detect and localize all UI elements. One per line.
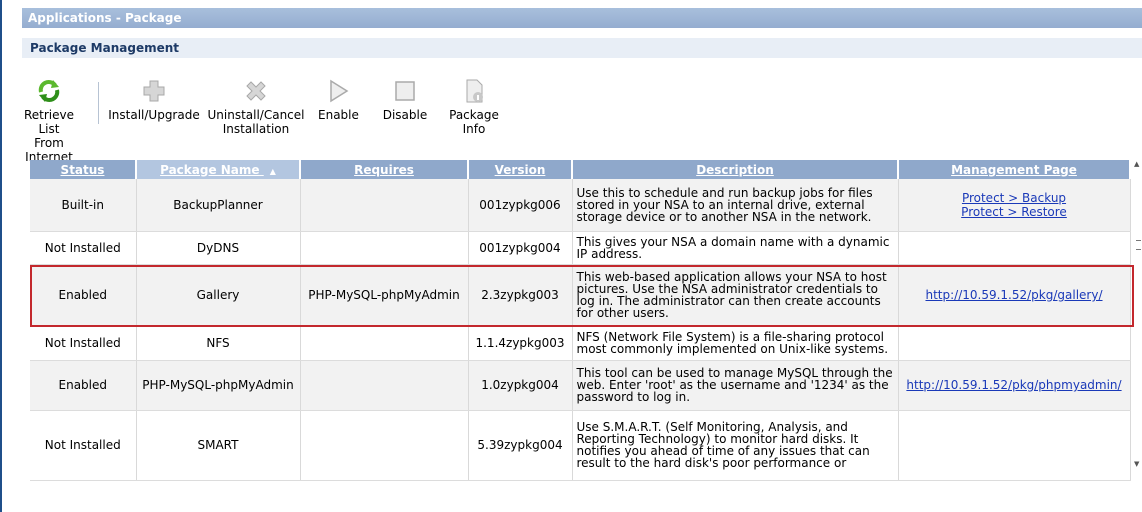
uninstall-button[interactable]: Uninstall/Cancel Installation — [206, 78, 306, 136]
section-title: Package Management — [22, 38, 1142, 58]
requires-cell — [300, 360, 469, 411]
status-cell: Not Installed — [30, 231, 137, 265]
status-cell: Enabled — [30, 360, 137, 411]
management-page-cell — [898, 231, 1131, 265]
management-page-cell — [898, 326, 1131, 361]
gallery-link[interactable]: http://10.59.1.52/pkg/gallery/ — [925, 288, 1102, 302]
table-row[interactable]: Enabled Gallery PHP-MySQL-phpMyAdmin 2.3… — [30, 264, 1131, 327]
install-upgrade-label: Install/Upgrade — [108, 108, 200, 122]
version-cell: 001zypkg004 — [468, 231, 573, 265]
enable-button[interactable]: Enable — [318, 78, 359, 122]
column-header-description[interactable]: Description — [572, 160, 899, 179]
version-cell: 1.0zypkg004 — [468, 360, 573, 411]
play-icon — [330, 79, 349, 103]
package-name-cell: SMART — [136, 410, 301, 481]
uninstall-label: Uninstall/Cancel Installation — [207, 108, 305, 136]
description-cell: NFS (Network File System) is a file-shar… — [572, 326, 899, 361]
description-cell: This tool can be used to manage MySQL th… — [572, 360, 899, 411]
status-cell: Built-in — [30, 179, 137, 232]
column-header-version[interactable]: Version — [468, 160, 573, 179]
column-header-management-page[interactable]: Management Page — [898, 160, 1131, 179]
remove-icon — [246, 81, 266, 101]
package-name-cell: Gallery — [136, 264, 301, 327]
status-cell: Not Installed — [30, 326, 137, 361]
scroll-grip-icon[interactable] — [1136, 240, 1141, 250]
stop-icon — [395, 81, 415, 101]
toolbar-divider — [98, 82, 99, 124]
plus-icon — [143, 80, 165, 102]
management-page-cell — [898, 410, 1131, 481]
requires-cell — [300, 231, 469, 265]
protect-backup-link[interactable]: Protect > Backup — [962, 191, 1066, 205]
table-row[interactable]: Not Installed DyDNS 001zypkg004 This giv… — [30, 231, 1131, 265]
table-header-row: Status Package Name ▲ Requires Version D… — [30, 160, 1131, 179]
description-cell: This web-based application allows your N… — [572, 264, 899, 327]
table-row[interactable]: Not Installed SMART 5.39zypkg004 Use S.M… — [30, 410, 1131, 481]
requires-cell — [300, 179, 469, 232]
package-name-cell: PHP-MySQL-phpMyAdmin — [136, 360, 301, 411]
retrieve-list-label: Retrieve List From Internet — [23, 108, 75, 164]
management-page-cell: http://10.59.1.52/pkg/phpmyadmin/ — [898, 360, 1131, 411]
package-info-button[interactable]: Package Info — [446, 78, 502, 136]
refresh-icon — [38, 80, 60, 102]
column-header-status[interactable]: Status — [30, 160, 137, 179]
table-row[interactable]: Built-in BackupPlanner 001zypkg006 Use t… — [30, 179, 1131, 232]
column-header-package-name[interactable]: Package Name ▲ — [136, 160, 301, 179]
disable-button[interactable]: Disable — [382, 78, 428, 122]
description-cell: This gives your NSA a domain name with a… — [572, 231, 899, 265]
requires-cell: PHP-MySQL-phpMyAdmin — [300, 264, 469, 327]
sort-ascending-icon: ▲ — [269, 166, 276, 176]
table-row[interactable]: Not Installed NFS 1.1.4zypkg003 NFS (Net… — [30, 326, 1131, 361]
package-info-label: Package Info — [449, 108, 499, 136]
version-cell: 001zypkg006 — [468, 179, 573, 232]
status-cell: Not Installed — [30, 410, 137, 481]
description-cell: Use this to schedule and run backup jobs… — [572, 179, 899, 232]
table-scrollbar[interactable]: ▲ ▼ — [1134, 160, 1142, 470]
version-cell: 1.1.4zypkg003 — [468, 326, 573, 361]
package-name-header-label: Package Name — [160, 162, 260, 177]
scroll-down-arrow-icon[interactable]: ▼ — [1134, 460, 1139, 468]
window-title: Applications - Package — [22, 8, 1142, 28]
disable-label: Disable — [382, 108, 428, 122]
management-page-cell: Protect > Backup Protect > Restore — [898, 179, 1131, 232]
description-cell: Use S.M.A.R.T. (Self Monitoring, Analysi… — [572, 410, 899, 481]
column-header-requires[interactable]: Requires — [300, 160, 469, 179]
management-page-cell: http://10.59.1.52/pkg/gallery/ — [898, 264, 1131, 327]
table-row[interactable]: Enabled PHP-MySQL-phpMyAdmin 1.0zypkg004… — [30, 360, 1131, 411]
requires-cell — [300, 410, 469, 481]
requires-cell — [300, 326, 469, 361]
left-border — [0, 0, 2, 512]
status-cell: Enabled — [30, 264, 137, 327]
version-cell: 2.3zypkg003 — [468, 264, 573, 327]
document-info-icon — [466, 79, 483, 103]
scroll-up-arrow-icon[interactable]: ▲ — [1134, 160, 1139, 168]
version-cell: 5.39zypkg004 — [468, 410, 573, 481]
phpmyadmin-link[interactable]: http://10.59.1.52/pkg/phpmyadmin/ — [906, 378, 1121, 392]
package-name-cell: NFS — [136, 326, 301, 361]
package-table: Status Package Name ▲ Requires Version D… — [30, 160, 1131, 481]
package-name-cell: DyDNS — [136, 231, 301, 265]
enable-label: Enable — [318, 108, 359, 122]
retrieve-list-button[interactable]: Retrieve List From Internet — [22, 78, 76, 164]
package-name-cell: BackupPlanner — [136, 179, 301, 232]
protect-restore-link[interactable]: Protect > Restore — [961, 205, 1067, 219]
install-upgrade-button[interactable]: Install/Upgrade — [106, 78, 202, 122]
